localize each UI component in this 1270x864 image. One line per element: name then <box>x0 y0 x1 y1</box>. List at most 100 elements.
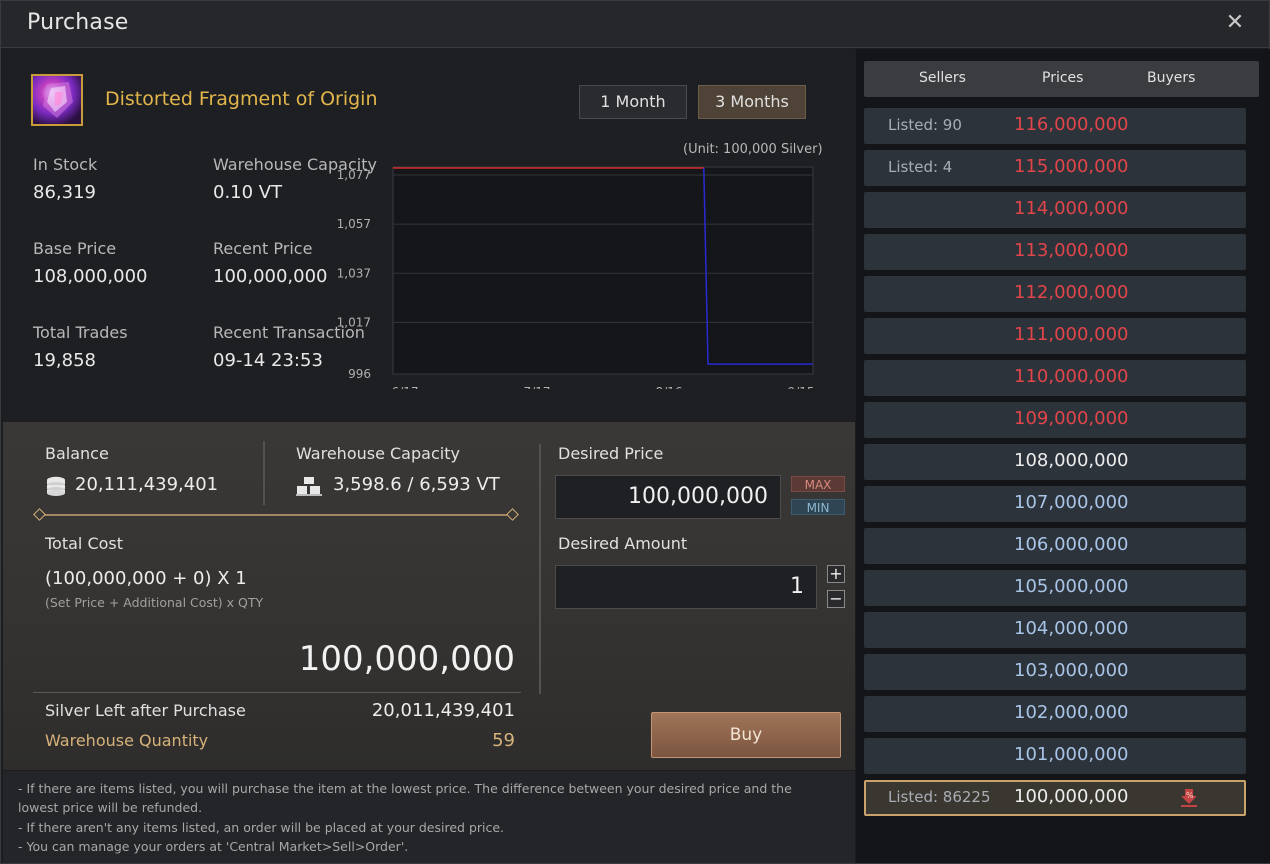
row-price: 108,000,000 <box>1014 450 1129 471</box>
desired-price-label: Desired Price <box>558 444 664 463</box>
price-row[interactable]: 102,000,000 <box>864 696 1246 732</box>
price-row[interactable]: 113,000,000 <box>864 234 1246 270</box>
row-price: 102,000,000 <box>1014 702 1129 723</box>
listed-count: Listed: 90 <box>888 116 962 134</box>
buy-button[interactable]: Buy <box>651 712 841 758</box>
divider <box>263 441 265 505</box>
balance-value: 20,111,439,401 <box>75 474 219 495</box>
row-price: 112,000,000 <box>1014 282 1129 303</box>
item-info-panel: Distorted Fragment of Origin 1 Month 3 M… <box>3 49 855 421</box>
y-tick-label: 1,017 <box>337 315 371 329</box>
warehouse-icon <box>296 475 322 501</box>
base-price-value: 108,000,000 <box>33 266 148 287</box>
row-price: 114,000,000 <box>1014 198 1129 219</box>
tab-sellers[interactable]: Sellers <box>919 70 966 86</box>
row-price: 109,000,000 <box>1014 408 1129 429</box>
decrease-amount-button[interactable]: − <box>827 590 845 608</box>
base-price-label: Base Price <box>33 239 117 258</box>
silver-left-label: Silver Left after Purchase <box>45 701 246 720</box>
balance-label: Balance <box>45 444 109 463</box>
price-row[interactable]: 106,000,000 <box>864 528 1246 564</box>
x-tick-label: 6/17 <box>392 385 419 389</box>
row-price: 107,000,000 <box>1014 492 1129 513</box>
close-icon[interactable]: ✕ <box>1223 11 1247 35</box>
price-row[interactable]: 109,000,000 <box>864 402 1246 438</box>
recent-price-value: 100,000,000 <box>213 266 328 287</box>
desired-amount-input[interactable]: 1 <box>555 565 817 609</box>
desired-amount-label: Desired Amount <box>558 534 688 553</box>
note-line: - If there are items listed, you will pu… <box>18 781 792 796</box>
price-row[interactable]: Listed: 86225 100,000,000% <box>864 780 1246 816</box>
row-price: 103,000,000 <box>1014 660 1129 681</box>
note-line: - If there aren't any items listed, an o… <box>18 820 505 835</box>
row-price: 101,000,000 <box>1014 744 1129 765</box>
warehouse-quantity-label: Warehouse Quantity <box>45 731 209 750</box>
total-cost-formula: (100,000,000 + 0) X 1 <box>45 568 247 589</box>
x-tick-label: 8/16 <box>656 385 683 389</box>
divider <box>33 692 521 693</box>
total-trades-value: 19,858 <box>33 350 96 371</box>
silver-coins-icon <box>45 475 67 501</box>
price-row[interactable]: 114,000,000 <box>864 192 1246 228</box>
chart-plot-area <box>392 166 814 375</box>
row-price: 115,000,000 <box>1014 156 1129 177</box>
min-button[interactable]: MIN <box>791 499 845 515</box>
three-months-button[interactable]: 3 Months <box>698 85 806 119</box>
x-tick-label: 7/17 <box>524 385 551 389</box>
svg-text:%: % <box>1186 791 1194 800</box>
price-row[interactable]: 112,000,000 <box>864 276 1246 312</box>
price-row[interactable]: Listed: 90 116,000,000 <box>864 108 1246 144</box>
row-price: 100,000,000 <box>1014 786 1129 807</box>
row-price: 111,000,000 <box>1014 324 1129 345</box>
total-trades-label: Total Trades <box>33 323 128 342</box>
price-row[interactable]: 103,000,000 <box>864 654 1246 690</box>
order-book-panel: Sellers Prices Buyers Listed: 90 116,000,… <box>856 49 1270 863</box>
total-cost-value: 100,000,000 <box>298 639 515 679</box>
gold-separator <box>39 514 513 516</box>
y-tick-label: 1,057 <box>337 217 371 231</box>
divider <box>539 444 541 694</box>
left-panel: Distorted Fragment of Origin 1 Month 3 M… <box>3 49 855 863</box>
tab-prices[interactable]: Prices <box>1042 70 1083 86</box>
price-row[interactable]: 101,000,000 <box>864 738 1246 774</box>
price-row[interactable]: 104,000,000 <box>864 612 1246 648</box>
price-row[interactable]: 107,000,000 <box>864 486 1246 522</box>
title-bar: Purchase ✕ <box>1 1 1269 48</box>
note-line: - You can manage your orders at 'Central… <box>18 839 409 854</box>
one-month-button[interactable]: 1 Month <box>579 85 687 119</box>
price-history-chart: 1,077 1,057 1,037 1,017 996 6/17 7/17 8/16 9/15 <box>337 166 815 389</box>
total-cost-label: Total Cost <box>45 534 124 553</box>
window-title: Purchase <box>27 10 129 35</box>
silver-left-value: 20,011,439,401 <box>371 700 515 721</box>
price-row[interactable]: 111,000,000 <box>864 318 1246 354</box>
warehouse-capacity-value: 0.10 VT <box>213 182 283 203</box>
tab-buyers[interactable]: Buyers <box>1147 70 1195 86</box>
row-price: 110,000,000 <box>1014 366 1129 387</box>
recent-transaction-value: 09-14 23:53 <box>213 350 323 371</box>
price-row[interactable]: 108,000,000 <box>864 444 1246 480</box>
listed-count: Listed: 86225 <box>888 788 991 806</box>
price-row[interactable]: Listed: 4 115,000,000 <box>864 150 1246 186</box>
listed-count: Listed: 4 <box>888 158 953 176</box>
order-book-tabs: Sellers Prices Buyers <box>864 61 1259 97</box>
row-price: 116,000,000 <box>1014 114 1129 135</box>
row-price: 106,000,000 <box>1014 534 1129 555</box>
warehouse-quantity-value: 59 <box>492 730 515 751</box>
price-row[interactable]: 105,000,000 <box>864 570 1246 606</box>
sell-down-icon: % <box>1181 789 1197 807</box>
price-row[interactable]: 110,000,000 <box>864 360 1246 396</box>
y-tick-label: 1,037 <box>337 266 371 280</box>
in-stock-value: 86,319 <box>33 182 96 203</box>
y-tick-label: 1,077 <box>337 168 371 182</box>
notes-panel: - If there are items listed, you will pu… <box>3 771 855 863</box>
purchase-window: Purchase ✕ Distorted Fragment of Origin … <box>0 0 1270 864</box>
desired-price-input[interactable]: 100,000,000 <box>555 475 781 519</box>
row-price: 113,000,000 <box>1014 240 1129 261</box>
x-tick-label: 9/15 <box>788 385 815 389</box>
fragment-icon <box>31 74 83 126</box>
recent-price-label: Recent Price <box>213 239 313 258</box>
item-name: Distorted Fragment of Origin <box>105 88 378 110</box>
increase-amount-button[interactable]: + <box>827 565 845 583</box>
row-price: 105,000,000 <box>1014 576 1129 597</box>
max-button[interactable]: MAX <box>791 476 845 492</box>
